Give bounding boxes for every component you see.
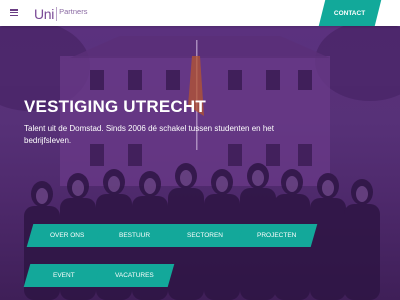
site-header: Uni Partners CONTACT: [0, 0, 400, 26]
contact-button[interactable]: CONTACT: [318, 0, 382, 26]
nav-button-label: PROJECTEN: [257, 232, 297, 239]
nav-button-label: SECTOREN: [187, 232, 223, 239]
nav-button-label: BESTUUR: [119, 232, 151, 239]
hero-section: VESTIGING UTRECHT Talent uit de Domstad.…: [0, 26, 400, 300]
nav-button-label: EVENT: [53, 272, 75, 279]
nav-button-vacatures[interactable]: VACATURES: [93, 264, 175, 287]
nav-button-label: OVER ONS: [49, 232, 85, 239]
uni-partners-logo[interactable]: Uni Partners: [34, 4, 87, 22]
contact-button-label: CONTACT: [334, 9, 366, 17]
logo-partners-text: Partners: [59, 7, 88, 16]
logo-divider: [56, 7, 58, 21]
page-subtitle: Talent uit de Domstad. Sinds 2006 dé sch…: [24, 124, 274, 145]
nav-button-event[interactable]: EVENT: [23, 264, 105, 287]
hero-background-photo: [0, 26, 400, 300]
page-title: VESTIGING UTRECHT: [24, 97, 206, 116]
hamburger-icon[interactable]: [10, 9, 18, 16]
nav-button-bestuur[interactable]: BESTUUR: [94, 224, 176, 247]
nav-button-label: VACATURES: [114, 272, 154, 279]
logo-uni-text: Uni: [34, 6, 55, 22]
nav-button-projecten[interactable]: PROJECTEN: [236, 224, 318, 247]
nav-button-sectoren[interactable]: SECTOREN: [164, 224, 246, 247]
